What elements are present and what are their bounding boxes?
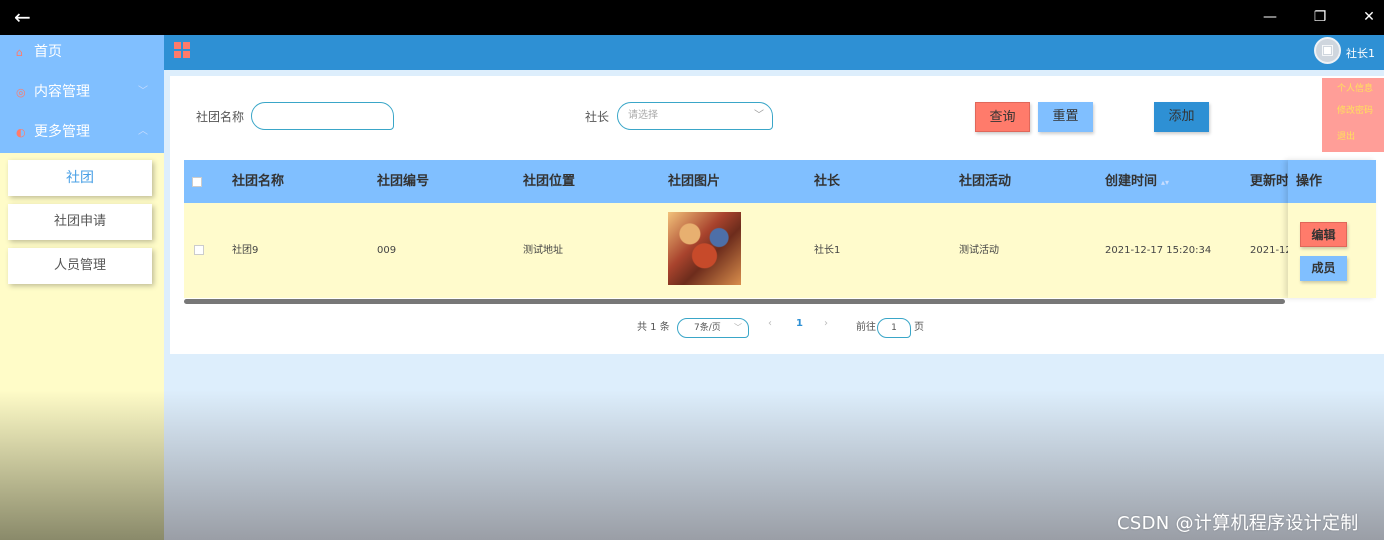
cell-activity: 测试活动 bbox=[959, 245, 999, 256]
query-button[interactable]: 查询 bbox=[975, 102, 1030, 132]
club-name-input[interactable] bbox=[251, 102, 394, 130]
close-icon[interactable]: ✕ bbox=[1357, 7, 1381, 27]
pagination-total: 共 1 条 bbox=[637, 322, 670, 333]
page-size-select[interactable]: 7条/页 ﹀ bbox=[677, 318, 749, 338]
sidebar-item-content[interactable]: ◎ 内容管理 ﹀ bbox=[0, 75, 164, 115]
restore-icon[interactable]: ❐ bbox=[1308, 7, 1332, 27]
minimize-icon[interactable]: — bbox=[1258, 7, 1282, 27]
select-all-checkbox[interactable] bbox=[192, 177, 202, 187]
col-header-created[interactable]: 创建时间 ▴▾ bbox=[1105, 160, 1169, 204]
club-name-label: 社团名称 bbox=[196, 110, 245, 124]
goto-prefix: 前往 bbox=[856, 322, 876, 333]
cell-club-code: 009 bbox=[377, 245, 397, 256]
sidebar-subitem-club-apply[interactable]: 社团申请 bbox=[8, 204, 152, 240]
col-header-action: 操作 bbox=[1288, 160, 1376, 203]
col-header-leader: 社长 bbox=[814, 174, 841, 189]
sidebar-item-label: 更多管理 bbox=[34, 124, 90, 140]
user-name[interactable]: 社长1 bbox=[1346, 45, 1375, 61]
chevron-up-icon: ︿ bbox=[138, 126, 148, 137]
top-header: ▣ 社长1 bbox=[164, 35, 1384, 70]
content-icon: ◎ bbox=[16, 86, 26, 99]
prev-page-icon[interactable]: ‹ bbox=[768, 318, 772, 329]
add-button[interactable]: 添加 bbox=[1154, 102, 1209, 132]
goto-suffix: 页 bbox=[914, 322, 924, 333]
chevron-down-icon: ﹀ bbox=[138, 86, 148, 97]
back-arrow-icon[interactable]: ← bbox=[14, 6, 31, 28]
table-horizontal-scrollbar[interactable] bbox=[184, 299, 1285, 304]
sidebar-item-more[interactable]: ◐ 更多管理 ︿ bbox=[0, 115, 164, 155]
chevron-down-icon: ﹀ bbox=[754, 110, 764, 121]
menu-item-logout[interactable]: 退出 bbox=[1322, 126, 1384, 148]
goto-page-input[interactable]: 1 bbox=[877, 318, 911, 338]
main-content: 社团名称 社长 请选择 ﹀ 查询 重置 添加 社团名称 社团编号 社团位置 社团… bbox=[164, 70, 1384, 540]
col-header-club-location: 社团位置 bbox=[523, 174, 576, 189]
cell-club-name: 社团9 bbox=[232, 245, 259, 256]
page-number-current[interactable]: 1 bbox=[796, 318, 803, 329]
sidebar-item-label: 首页 bbox=[34, 44, 62, 60]
sidebar-menu: ⌂ 首页 ◎ 内容管理 ﹀ ◐ 更多管理 ︿ bbox=[0, 35, 164, 153]
table-header: 社团名称 社团编号 社团位置 社团图片 社长 社团活动 创建时间 ▴▾ 更新时间 bbox=[184, 160, 1376, 203]
more-icon: ◐ bbox=[16, 126, 26, 139]
col-header-club-code: 社团编号 bbox=[377, 174, 430, 189]
watermark: CSDN @计算机程序设计定制 bbox=[1117, 513, 1359, 534]
content-card: 社团名称 社长 请选择 ﹀ 查询 重置 添加 社团名称 社团编号 社团位置 社团… bbox=[170, 76, 1384, 354]
col-header-club-name: 社团名称 bbox=[232, 174, 285, 189]
grid-menu-icon[interactable] bbox=[174, 42, 190, 58]
row-checkbox[interactable] bbox=[194, 245, 204, 255]
sidebar-submenu: 社团 社团申请 人员管理 bbox=[0, 153, 164, 284]
col-header-activity: 社团活动 bbox=[959, 174, 1012, 189]
table-row: 社团9 009 测试地址 社长1 测试活动 2021-12-17 15:20:3… bbox=[184, 203, 1376, 298]
cell-leader: 社长1 bbox=[814, 245, 841, 256]
cell-created: 2021-12-17 15:20:34 bbox=[1105, 245, 1212, 256]
sidebar-item-label: 内容管理 bbox=[34, 84, 90, 100]
sidebar-item-home[interactable]: ⌂ 首页 bbox=[0, 35, 164, 75]
edit-button[interactable]: 编辑 bbox=[1300, 222, 1347, 247]
menu-item-change-password[interactable]: 修改密码 bbox=[1322, 100, 1384, 122]
cell-updated: 2021-12 bbox=[1250, 245, 1292, 256]
sidebar-subitem-members[interactable]: 人员管理 bbox=[8, 248, 152, 284]
action-column: 操作 编辑 成员 bbox=[1288, 160, 1376, 298]
user-dropdown-menu: 个人信息 修改密码 退出 bbox=[1322, 78, 1384, 152]
sidebar: ⌂ 首页 ◎ 内容管理 ﹀ ◐ 更多管理 ︿ 社团 社团申请 人员管理 bbox=[0, 35, 164, 540]
leader-label: 社长 bbox=[585, 110, 610, 124]
col-header-club-image: 社团图片 bbox=[668, 174, 721, 189]
sidebar-subitem-club[interactable]: 社团 bbox=[8, 160, 152, 196]
sort-icon[interactable]: ▴▾ bbox=[1161, 178, 1169, 187]
leader-select[interactable]: 请选择 ﹀ bbox=[617, 102, 773, 130]
cell-club-location: 测试地址 bbox=[523, 245, 563, 256]
avatar[interactable]: ▣ bbox=[1314, 37, 1341, 64]
leader-select-placeholder: 请选择 bbox=[628, 110, 658, 121]
next-page-icon[interactable]: › bbox=[824, 318, 828, 329]
reset-button[interactable]: 重置 bbox=[1038, 102, 1093, 132]
members-button[interactable]: 成员 bbox=[1300, 256, 1347, 281]
home-icon: ⌂ bbox=[16, 46, 23, 59]
chevron-down-icon: ﹀ bbox=[734, 323, 742, 332]
page-size-value: 7条/页 bbox=[694, 323, 721, 333]
menu-item-profile[interactable]: 个人信息 bbox=[1322, 78, 1384, 100]
club-image-thumbnail[interactable] bbox=[668, 212, 741, 285]
window-titlebar: ← — ❐ ✕ bbox=[0, 0, 1384, 35]
col-header-created-label: 创建时间 bbox=[1105, 174, 1158, 189]
